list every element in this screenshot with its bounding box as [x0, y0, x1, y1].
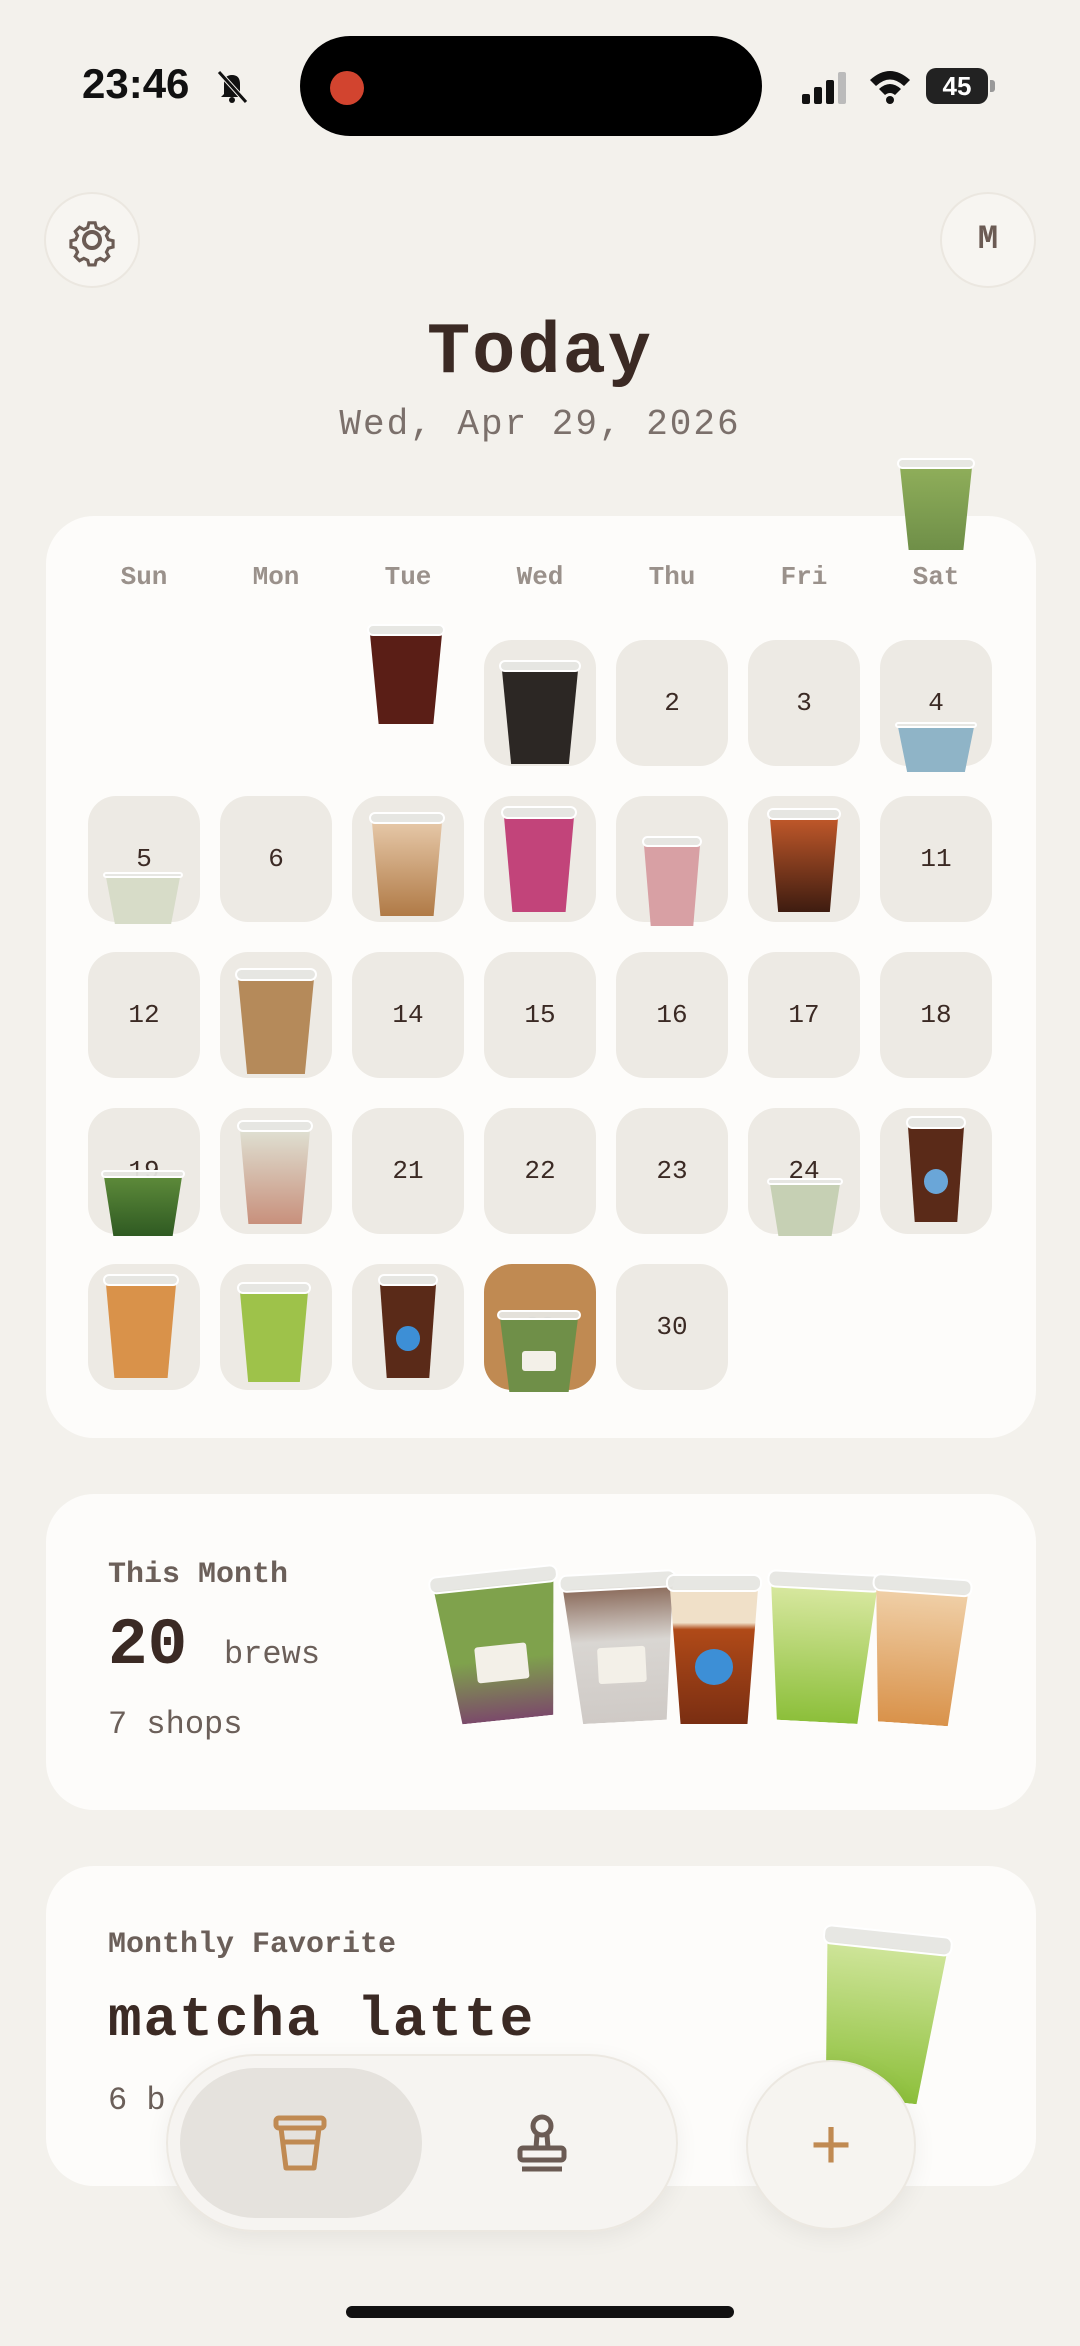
calendar-day[interactable]: 12 [88, 952, 200, 1078]
drink-photo [764, 1569, 883, 1724]
drink-photo [867, 1572, 973, 1727]
calendar-day[interactable]: 2 [616, 640, 728, 766]
brew-count: 20 [108, 1608, 188, 1683]
status-time: 23:46 [82, 60, 190, 107]
calendar-day[interactable]: 16 [616, 952, 728, 1078]
weekday-thu: Thu [648, 562, 696, 592]
drink-photo [377, 1274, 439, 1378]
drink-photo [641, 836, 703, 926]
shop-count: 7 shops [108, 1706, 243, 1743]
drink-photo [666, 1574, 762, 1724]
drink-photo [237, 1282, 311, 1382]
dynamic-island [300, 36, 762, 136]
calendar-day[interactable]: 15 [484, 952, 596, 1078]
weekday-wed: Wed [516, 562, 564, 592]
battery-indicator: 45 [926, 68, 995, 104]
drink-photo [767, 1178, 843, 1236]
calendar-day[interactable]: 30 [616, 1264, 728, 1390]
bell-muted-icon [217, 70, 248, 104]
drink-photo [100, 1170, 186, 1236]
settings-button[interactable] [44, 192, 140, 288]
weekday-sat: Sat [912, 562, 960, 592]
favorite-drink-name: matcha latte [108, 1988, 536, 2052]
calendar-day[interactable]: 23 [616, 1108, 728, 1234]
weekday-tue: Tue [384, 562, 432, 592]
profile-button[interactable]: M [940, 192, 1036, 288]
drink-photo [894, 722, 978, 772]
drink-photo-today [496, 1310, 582, 1392]
stamp-icon[interactable] [510, 2112, 574, 2176]
drink-photo [767, 808, 841, 912]
this-month-title: This Month [108, 1558, 289, 1592]
drink-photo [367, 624, 445, 724]
recording-indicator [330, 71, 364, 105]
weekday-sun: Sun [120, 562, 168, 592]
calendar-day[interactable]: 11 [880, 796, 992, 922]
calendar-day[interactable]: 22 [484, 1108, 596, 1234]
drink-photo [427, 1563, 567, 1726]
cellular-signal-icon [802, 72, 846, 104]
drink-photo [103, 872, 183, 924]
brew-unit: brews [224, 1636, 321, 1673]
drink-photo [237, 1120, 313, 1224]
weekday-fri: Fri [780, 562, 828, 592]
weekday-mon: Mon [252, 562, 300, 592]
page-title: Today [426, 312, 654, 394]
current-date: Wed, Apr 29, 2026 [339, 404, 741, 445]
wifi-icon [870, 71, 910, 104]
add-brew-button[interactable]: + [746, 2060, 916, 2230]
coffee-cup-icon[interactable] [268, 2110, 332, 2174]
calendar-day[interactable]: 21 [352, 1108, 464, 1234]
drink-photo [501, 806, 577, 912]
home-indicator [346, 2306, 734, 2318]
calendar-day[interactable]: 3 [748, 640, 860, 766]
favorite-count: 6 b [108, 2082, 166, 2119]
favorite-title: Monthly Favorite [108, 1928, 397, 1962]
calendar-day[interactable]: 6 [220, 796, 332, 922]
drink-photo [897, 458, 975, 550]
drink-photo [557, 1568, 680, 1725]
drink-photo [234, 968, 318, 1074]
calendar-day[interactable]: 14 [352, 952, 464, 1078]
drink-photo [498, 660, 582, 764]
calendar-day[interactable]: 17 [748, 952, 860, 1078]
gear-icon [69, 221, 115, 267]
drink-photo [369, 812, 445, 916]
drink-photo [905, 1116, 967, 1222]
drink-photo [103, 1274, 179, 1378]
calendar-day[interactable]: 18 [880, 952, 992, 1078]
